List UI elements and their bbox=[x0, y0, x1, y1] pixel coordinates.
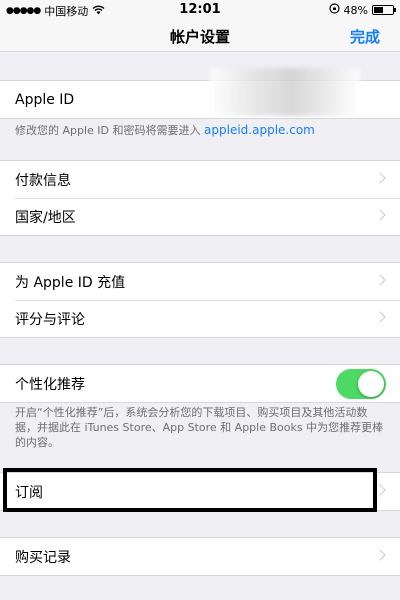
store-group: 为 Apple ID 充值 评分与评论 bbox=[0, 262, 400, 338]
apple-id-label: Apple ID bbox=[15, 91, 75, 108]
chevron-right-icon bbox=[374, 274, 386, 286]
purchase-history-group: 购买记录 bbox=[0, 537, 400, 576]
battery-percent: 48% bbox=[343, 3, 368, 17]
purchase-history-label: 购买记录 bbox=[15, 549, 71, 566]
nav-bar: 帐户设置 完成 bbox=[0, 20, 400, 52]
toggle-knob bbox=[358, 371, 384, 397]
region-label: 国家/地区 bbox=[15, 209, 76, 226]
ratings-row[interactable]: 评分与评论 bbox=[0, 300, 400, 337]
personalized-label: 个性化推荐 bbox=[15, 376, 85, 393]
subscriptions-group: 订阅 bbox=[0, 472, 400, 511]
battery-icon bbox=[372, 5, 396, 15]
chevron-right-icon bbox=[374, 549, 386, 561]
subscriptions-label: 订阅 bbox=[15, 484, 43, 501]
apple-id-note: 修改您的 Apple ID 和密码将需要进入 appleid.apple.com bbox=[15, 123, 385, 138]
chevron-right-icon bbox=[374, 484, 386, 496]
apple-id-note-text: 修改您的 Apple ID 和密码将需要进入 bbox=[15, 124, 201, 137]
chevron-right-icon bbox=[374, 311, 386, 323]
region-row[interactable]: 国家/地区 bbox=[0, 198, 400, 235]
payment-info-row[interactable]: 付款信息 bbox=[0, 161, 400, 198]
orientation-lock-icon bbox=[328, 3, 340, 17]
status-right: 48% bbox=[328, 3, 396, 17]
ratings-label: 评分与评论 bbox=[15, 311, 85, 328]
battery-fill bbox=[374, 7, 383, 13]
redacted-apple-id bbox=[210, 68, 360, 116]
personalized-note: 开启“个性化推荐”后，系统会分析您的下载项目、购买项目及其他活动数据，并据此在 … bbox=[15, 406, 384, 449]
chevron-right-icon bbox=[374, 209, 386, 221]
done-button[interactable]: 完成 bbox=[350, 26, 380, 47]
status-bar: ●●●●● 中国移动 12:01 48% bbox=[0, 0, 400, 20]
purchase-history-row[interactable]: 购买记录 bbox=[0, 538, 400, 575]
personalized-row: 个性化推荐 bbox=[0, 365, 400, 402]
chevron-right-icon bbox=[374, 172, 386, 184]
account-group: 付款信息 国家/地区 bbox=[0, 160, 400, 236]
topup-label: 为 Apple ID 充值 bbox=[15, 274, 126, 291]
appleid-link[interactable]: appleid.apple.com bbox=[204, 123, 315, 137]
personalized-group: 个性化推荐 bbox=[0, 364, 400, 403]
subscriptions-row[interactable]: 订阅 bbox=[0, 473, 400, 510]
payment-info-label: 付款信息 bbox=[15, 172, 71, 189]
personalized-toggle[interactable] bbox=[336, 369, 386, 399]
page-title: 帐户设置 bbox=[169, 28, 230, 46]
topup-row[interactable]: 为 Apple ID 充值 bbox=[0, 263, 400, 300]
